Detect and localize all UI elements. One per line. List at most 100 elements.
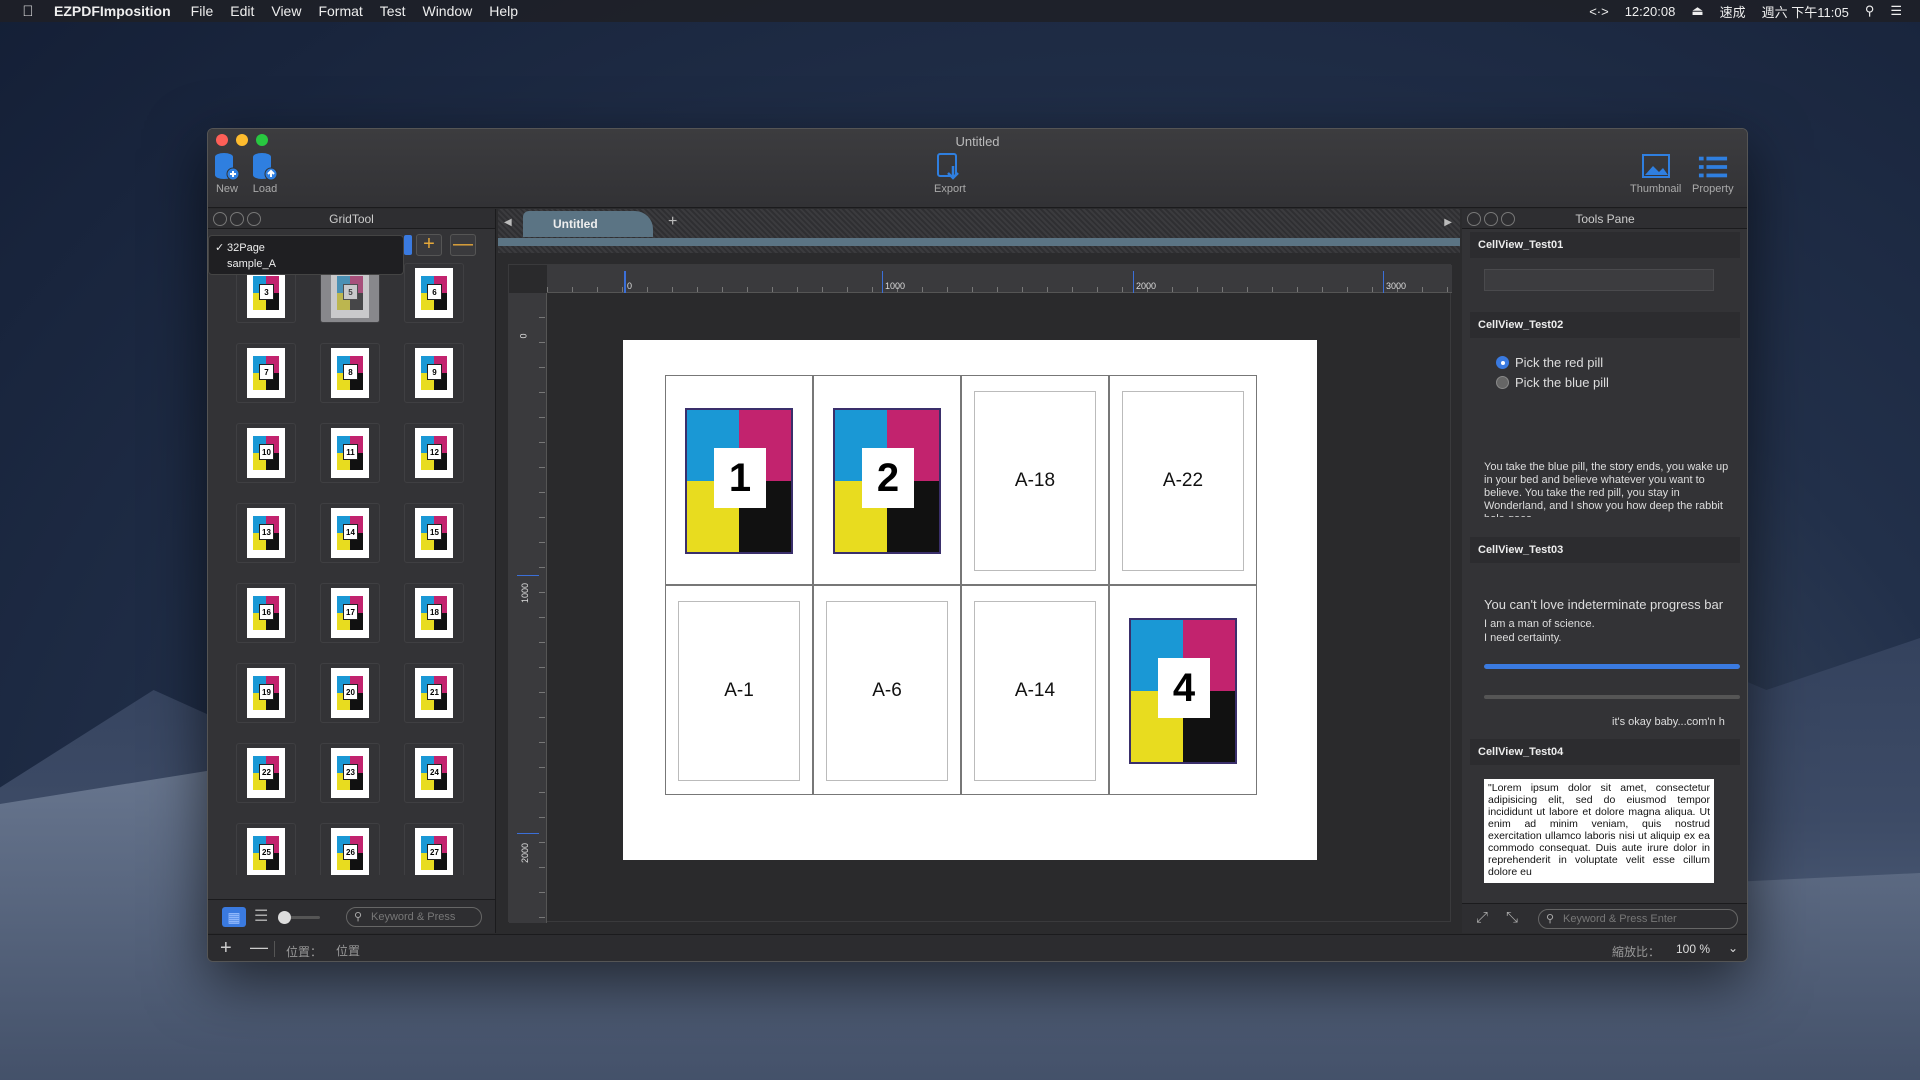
thumbnail-number: 17 (343, 604, 358, 620)
tab-strip (498, 238, 1460, 246)
thumbnail-page[interactable]: 21 (404, 663, 464, 723)
imposition-cell[interactable]: A-6 (813, 585, 961, 795)
menu-view[interactable]: View (271, 3, 301, 19)
eject-icon[interactable]: ⏏ (1691, 3, 1703, 19)
remove-grid-button[interactable]: — (450, 234, 476, 256)
imposition-cell[interactable]: 1 (665, 375, 813, 585)
export-button[interactable]: Export (934, 151, 966, 195)
input-method[interactable]: 速成 (1720, 2, 1746, 21)
cmyk-page-art: 4 (1129, 618, 1237, 764)
grid-dropdown-menu[interactable]: ✓ 32Page sample_A (208, 235, 404, 275)
hruler-label: 2000 (1136, 281, 1157, 291)
thumbnail-page[interactable]: 24 (404, 743, 464, 803)
add-tab-icon[interactable]: + (668, 213, 677, 231)
grid-view-button[interactable]: ▦ (222, 907, 246, 927)
pane-circle-button[interactable] (1501, 212, 1515, 226)
pane-circle-button[interactable] (230, 212, 244, 226)
gridtool-search-input[interactable]: ⚲ Keyword & Press (346, 907, 482, 927)
radio-blue-pill[interactable]: Pick the blue pill (1496, 375, 1609, 390)
thumbnail-page[interactable]: 11 (320, 423, 380, 483)
menu-format[interactable]: Format (318, 3, 362, 19)
size-slider[interactable] (278, 911, 320, 924)
remove-button[interactable]: — (250, 937, 268, 958)
spotlight-icon[interactable]: ⚲ (1865, 3, 1875, 19)
clock[interactable]: 週六 下午11:05 (1762, 2, 1849, 21)
pane-circle-button[interactable] (1484, 212, 1498, 226)
thumbnail-page[interactable]: 15 (404, 503, 464, 563)
imposition-sheet[interactable]: 1 2 A-18 A-22 A-1 A-6 A-14 4 (623, 340, 1317, 860)
gridtool-pane: GridTool + — ✓ 32Page sample_A 3 5 6 7 8 9 10 11… (208, 209, 496, 933)
thumbnail-image: 17 (331, 588, 369, 638)
thumbnail-page[interactable]: 8 (320, 343, 380, 403)
imposition-cell[interactable]: 2 (813, 375, 961, 585)
thumbnail-page[interactable]: 9 (404, 343, 464, 403)
pane-circle-button[interactable] (213, 212, 227, 226)
menu-file[interactable]: File (191, 3, 214, 19)
pane-circle-button[interactable] (1467, 212, 1481, 226)
ruler-marker (517, 575, 539, 576)
thumbnail-page[interactable]: 7 (236, 343, 296, 403)
menu-window[interactable]: Window (422, 3, 472, 19)
thumbnail-page[interactable]: 12 (404, 423, 464, 483)
network-icon[interactable]: <·> (1589, 4, 1609, 19)
menu-app-name[interactable]: EZPDFImposition (54, 3, 171, 19)
expand-icon[interactable]: ⤢ (1476, 909, 1488, 926)
thumbnail-number: 12 (427, 444, 442, 460)
thumbnail-image: 22 (247, 748, 285, 798)
slider-thumb[interactable] (278, 911, 291, 924)
thumbnail-page[interactable]: 23 (320, 743, 380, 803)
tab-scroll-right-icon[interactable]: ▶ (1444, 217, 1452, 228)
dropdown-option-32page[interactable]: ✓ 32Page (213, 240, 403, 256)
thumbnail-page[interactable]: 17 (320, 583, 380, 643)
imposition-cell[interactable]: A-14 (961, 585, 1109, 795)
thumbnail-page[interactable]: 16 (236, 583, 296, 643)
imposition-cell[interactable]: A-18 (961, 375, 1109, 585)
load-button[interactable]: Load (250, 151, 280, 195)
ruler-marker (1133, 271, 1134, 293)
thumbnail-page[interactable]: 14 (320, 503, 380, 563)
checkmark-icon: ✓ (215, 242, 225, 254)
thumbnail-page[interactable]: 19 (236, 663, 296, 723)
imposition-cell[interactable]: A-22 (1109, 375, 1257, 585)
imposition-cell[interactable]: A-1 (665, 585, 813, 795)
notification-icon[interactable]: ☰ (1890, 3, 1902, 19)
new-button[interactable]: New (212, 151, 242, 195)
thumbnail-page[interactable]: 27 (404, 823, 464, 875)
radio-red-pill[interactable]: Pick the red pill (1496, 355, 1603, 370)
tab-scroll-left-icon[interactable]: ◀ (504, 217, 512, 228)
test01-text-field[interactable] (1484, 269, 1714, 291)
collapse-icon[interactable]: ⤡ (1506, 909, 1518, 926)
thumbnail-page[interactable]: 18 (404, 583, 464, 643)
placeholder-page: A-1 (678, 601, 800, 781)
chevron-down-icon[interactable]: ⌄ (1728, 941, 1738, 955)
thumbnail-page[interactable]: 26 (320, 823, 380, 875)
list-view-button[interactable]: ☰ (254, 906, 268, 926)
tab-untitled[interactable]: Untitled (523, 211, 653, 237)
thumbnail-page[interactable]: 6 (404, 263, 464, 323)
apple-icon[interactable]:  (20, 3, 36, 20)
load-label: Load (252, 183, 278, 195)
popup-arrow[interactable] (404, 235, 412, 255)
property-button[interactable]: Property (1692, 151, 1734, 195)
zoom-value[interactable]: 100 % (1676, 942, 1710, 956)
thumbnail-page[interactable]: 20 (320, 663, 380, 723)
menu-edit[interactable]: Edit (230, 3, 254, 19)
thumbnail-page[interactable]: 10 (236, 423, 296, 483)
menu-test[interactable]: Test (380, 3, 406, 19)
tools-search-input[interactable]: ⚲ Keyword & Press Enter (1538, 909, 1738, 929)
dropdown-option-sample-a[interactable]: sample_A (213, 256, 403, 272)
radio-dot[interactable] (1496, 376, 1509, 389)
layout-canvas[interactable]: 0 1000 2000 3000 0 1000 2000 1 2 A-18 A-22 A… (508, 264, 1452, 923)
lorem-text-view[interactable]: "Lorem ipsum dolor sit amet, consectetur… (1484, 779, 1714, 883)
status-time[interactable]: 12:20:08 (1625, 4, 1676, 19)
imposition-cell[interactable]: 4 (1109, 585, 1257, 795)
radio-dot[interactable] (1496, 356, 1509, 369)
pane-circle-button[interactable] (247, 212, 261, 226)
thumbnail-page[interactable]: 22 (236, 743, 296, 803)
add-grid-button[interactable]: + (416, 234, 442, 256)
add-button[interactable]: + (220, 937, 232, 960)
thumbnail-page[interactable]: 13 (236, 503, 296, 563)
menu-help[interactable]: Help (489, 3, 518, 19)
thumbnail-page[interactable]: 25 (236, 823, 296, 875)
thumbnail-button[interactable]: Thumbnail (1630, 151, 1681, 195)
